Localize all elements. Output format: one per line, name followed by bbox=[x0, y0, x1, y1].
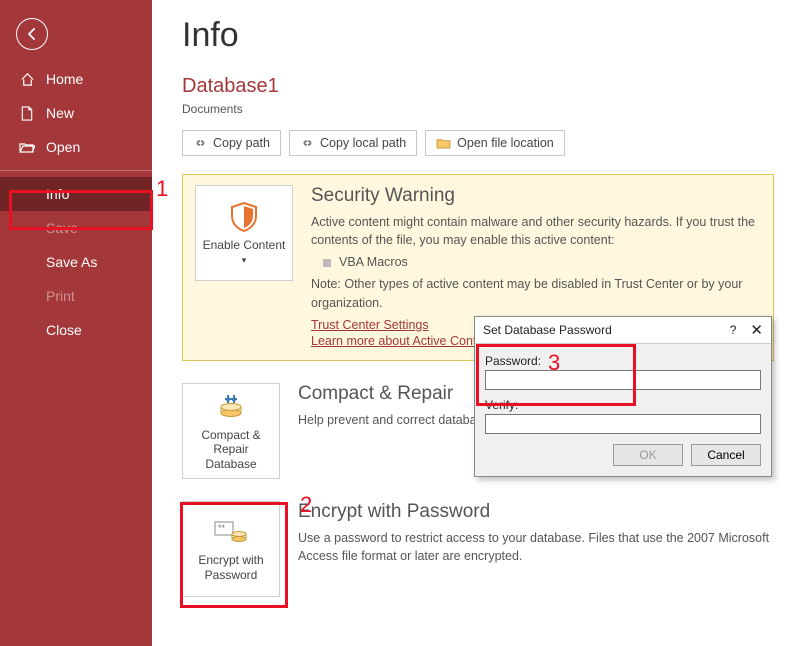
nav-print: Print bbox=[0, 279, 152, 313]
nav-close[interactable]: Close bbox=[0, 313, 152, 347]
trust-center-link[interactable]: Trust Center Settings bbox=[311, 318, 429, 332]
dialog-close-button[interactable]: ✕ bbox=[750, 321, 763, 339]
nav-label: Open bbox=[46, 139, 80, 155]
home-icon bbox=[18, 72, 36, 87]
security-text: Active content might contain malware and… bbox=[311, 213, 761, 249]
dialog-title-text: Set Database Password bbox=[483, 323, 612, 337]
security-note: Note: Other types of active content may … bbox=[311, 275, 761, 311]
open-file-location-button[interactable]: Open file location bbox=[425, 130, 565, 156]
compact-icon bbox=[216, 390, 246, 424]
security-bullet: VBA Macros bbox=[323, 253, 761, 271]
new-icon bbox=[18, 106, 36, 121]
copy-path-button[interactable]: Copy path bbox=[182, 130, 281, 156]
arrow-left-icon bbox=[25, 27, 39, 41]
nav-label: Info bbox=[46, 186, 69, 202]
database-path: Documents bbox=[182, 102, 774, 116]
chevron-down-icon: ▾ bbox=[242, 255, 247, 265]
nav-info[interactable]: Info bbox=[0, 177, 152, 211]
link-icon bbox=[193, 137, 207, 149]
link-icon bbox=[300, 137, 314, 149]
page-title: Info bbox=[182, 16, 774, 55]
shield-icon bbox=[230, 200, 258, 234]
nav-label: Save bbox=[46, 220, 78, 236]
security-heading: Security Warning bbox=[311, 185, 761, 207]
svg-text:**: ** bbox=[218, 523, 226, 533]
verify-label: Verify: bbox=[485, 398, 761, 412]
backstage-sidebar: Home New Open Info Save Save As Print bbox=[0, 0, 152, 646]
compact-repair-tile[interactable]: Compact & Repair Database bbox=[182, 383, 280, 479]
nav-home[interactable]: Home bbox=[0, 62, 152, 96]
dialog-titlebar[interactable]: Set Database Password ? ✕ bbox=[475, 317, 771, 344]
password-input[interactable] bbox=[485, 370, 761, 390]
path-toolbar: Copy path Copy local path Open file loca… bbox=[182, 130, 774, 156]
nav-label: Print bbox=[46, 288, 75, 304]
encrypt-heading: Encrypt with Password bbox=[298, 501, 774, 523]
encrypt-password-tile[interactable]: ** Encrypt with Password bbox=[182, 501, 280, 597]
active-content-link[interactable]: Learn more about Active Content bbox=[311, 334, 494, 348]
nav-label: New bbox=[46, 105, 74, 121]
cancel-button[interactable]: Cancel bbox=[691, 444, 761, 466]
encrypt-desc: Use a password to restrict access to you… bbox=[298, 529, 774, 565]
nav-save-as[interactable]: Save As bbox=[0, 245, 152, 279]
nav-label: Save As bbox=[46, 254, 97, 270]
set-password-dialog: Set Database Password ? ✕ Password: Veri… bbox=[474, 316, 772, 477]
enable-content-tile[interactable]: Enable Content ▾ bbox=[195, 185, 293, 281]
verify-input[interactable] bbox=[485, 414, 761, 434]
nav-save: Save bbox=[0, 211, 152, 245]
open-icon bbox=[18, 141, 36, 154]
nav-label: Close bbox=[46, 322, 82, 338]
database-name: Database1 bbox=[182, 75, 774, 98]
dialog-help-button[interactable]: ? bbox=[730, 323, 737, 337]
nav-open[interactable]: Open bbox=[0, 130, 152, 164]
password-label: Password: bbox=[485, 354, 761, 368]
nav-new[interactable]: New bbox=[0, 96, 152, 130]
folder-icon bbox=[436, 137, 451, 149]
back-button[interactable] bbox=[16, 18, 48, 50]
ok-button[interactable]: OK bbox=[613, 444, 683, 466]
encrypt-icon: ** bbox=[214, 515, 248, 549]
copy-local-path-button[interactable]: Copy local path bbox=[289, 130, 417, 156]
nav-label: Home bbox=[46, 71, 83, 87]
